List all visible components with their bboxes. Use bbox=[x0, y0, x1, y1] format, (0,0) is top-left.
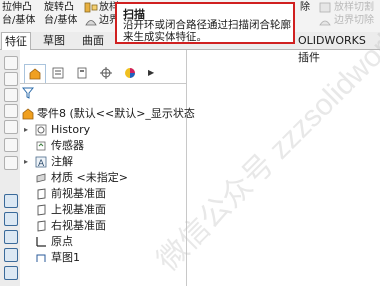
history-icon bbox=[35, 124, 47, 136]
view-icon-4[interactable] bbox=[4, 104, 18, 118]
view-icon-3[interactable] bbox=[4, 88, 18, 102]
view-icon[interactable] bbox=[4, 56, 18, 70]
plane-icon bbox=[37, 220, 46, 232]
dimxpert-icon bbox=[100, 67, 112, 79]
sensor-icon bbox=[36, 141, 46, 151]
revolve-boss-button[interactable]: 旋转凸 bbox=[44, 2, 74, 14]
tab-feature-tree[interactable] bbox=[24, 64, 46, 83]
origin-icon bbox=[36, 237, 46, 247]
cut-suffix-label: 除 bbox=[300, 2, 310, 13]
instant3d-icon[interactable] bbox=[4, 212, 18, 226]
sketch-icon bbox=[36, 254, 46, 262]
tab-sketch[interactable]: 草图 bbox=[40, 32, 68, 49]
tab-property-manager[interactable] bbox=[48, 64, 68, 82]
property-manager-icon bbox=[52, 67, 64, 79]
view-icon-7[interactable] bbox=[4, 156, 18, 170]
view-icon-2[interactable] bbox=[4, 72, 18, 86]
view-icon-5[interactable] bbox=[4, 120, 18, 134]
section-icon[interactable] bbox=[4, 266, 18, 280]
tab-configuration-manager[interactable] bbox=[72, 64, 92, 82]
expand-arrow[interactable]: ▸ bbox=[24, 122, 30, 138]
extrude-boss-label: 台/基体 bbox=[2, 15, 36, 26]
tree-part-root[interactable]: 零件8 (默认<<默认>_显示状态 bbox=[20, 106, 195, 122]
view-icon-6[interactable] bbox=[4, 138, 18, 152]
loft-cut-icon[interactable] bbox=[318, 1, 332, 14]
tooltip-body: 沿开环或闭合路径通过扫描闭合轮廓来生成实体特征。 bbox=[123, 19, 291, 43]
plane-icon bbox=[37, 204, 46, 216]
tab-dimxpert[interactable] bbox=[96, 64, 116, 82]
loft-cut-button[interactable]: 放样切割 bbox=[334, 2, 374, 14]
revolve-boss-label: 台/基体 bbox=[44, 15, 78, 26]
extrude-boss-button[interactable]: 拉伸凸 bbox=[2, 2, 32, 14]
filter-icon[interactable] bbox=[22, 87, 34, 99]
reference-icon[interactable] bbox=[4, 230, 18, 244]
tab-display-manager[interactable] bbox=[120, 64, 140, 82]
feature-tree-icon bbox=[29, 68, 41, 80]
expand-arrow[interactable]: ▸ bbox=[24, 154, 30, 170]
annotation-icon: A bbox=[35, 156, 47, 168]
tab-surfaces[interactable]: 曲面 bbox=[79, 32, 107, 49]
panel-tabs: ▶ bbox=[20, 62, 186, 84]
boundary-cut-icon[interactable] bbox=[318, 15, 332, 28]
configuration-icon bbox=[77, 67, 87, 79]
boundary-icon[interactable] bbox=[84, 15, 98, 28]
display-icon[interactable] bbox=[4, 248, 18, 262]
plane-icon bbox=[37, 188, 46, 200]
svg-text:A: A bbox=[38, 159, 45, 168]
display-manager-icon bbox=[125, 68, 135, 78]
tab-features[interactable]: 特征 bbox=[1, 32, 31, 50]
boundary-cut-button[interactable]: 边界切除 bbox=[334, 15, 374, 27]
tab-solidworks-addins[interactable]: OLIDWORKS 插件 bbox=[298, 32, 380, 64]
curve-icon[interactable] bbox=[4, 194, 18, 208]
left-toolbar bbox=[0, 50, 21, 286]
material-icon bbox=[36, 173, 46, 183]
loft-icon[interactable] bbox=[84, 1, 98, 14]
part-icon bbox=[22, 108, 34, 120]
sweep-tooltip: 扫描 沿开环或闭合路径通过扫描闭合轮廓来生成实体特征。 bbox=[115, 2, 295, 44]
panel-expand-arrow[interactable]: ▶ bbox=[148, 68, 154, 77]
featuremanager-panel: ▶ 零件8 (默认<<默认>_显示状态 ▸ History 传感器 ▸ A 注解… bbox=[20, 50, 195, 286]
